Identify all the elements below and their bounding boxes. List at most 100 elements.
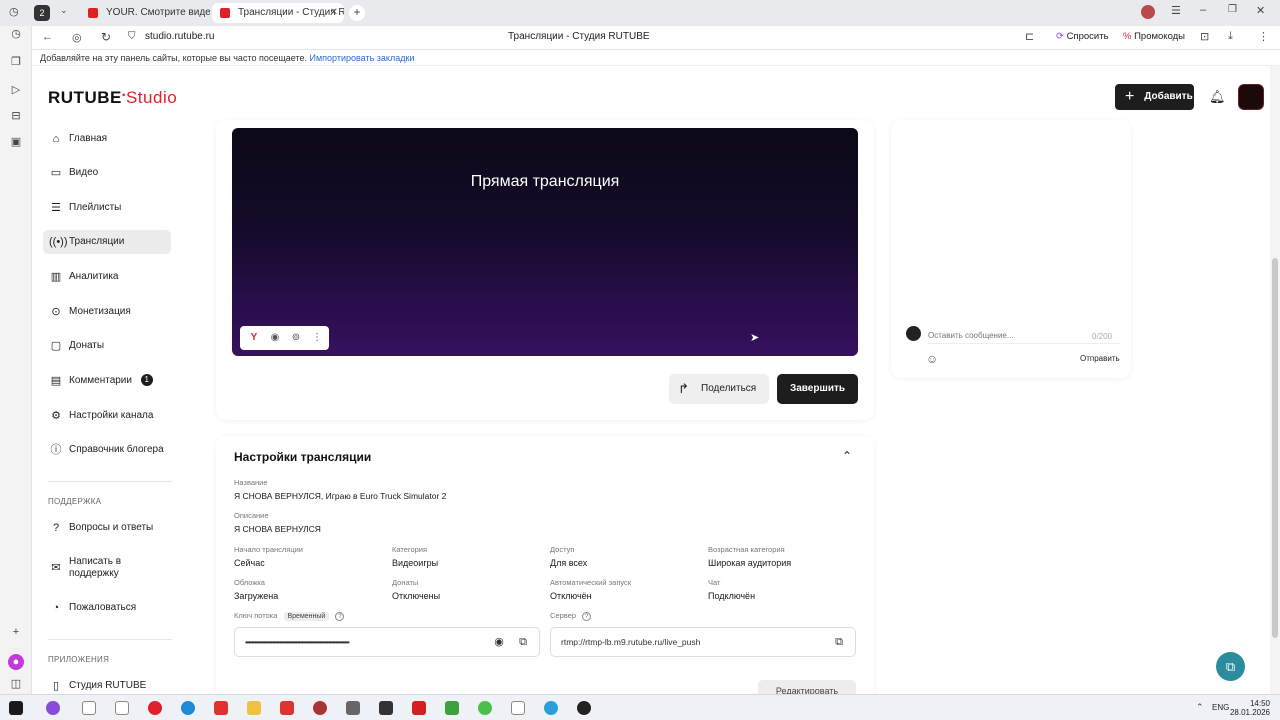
send-button[interactable]: Отправить [1080,354,1120,363]
stream-key-field[interactable]: ••••••••••••••••••••••••••••••••••••••••… [234,627,540,657]
app-icon[interactable] [478,701,492,715]
app-icon[interactable] [445,701,459,715]
windows-start-icon[interactable] [9,701,23,715]
file-icon[interactable] [511,701,525,715]
eye-icon[interactable]: ◉ [269,332,281,344]
tab-rutube-studio[interactable]: Трансляции - Студия R ✕ [212,3,344,23]
app-icon[interactable] [346,701,360,715]
channel-avatar[interactable] [1238,84,1264,110]
add-button[interactable]: + Добавить [1115,84,1194,110]
tray-chevron-icon[interactable]: ⌃ [1196,702,1204,713]
close-icon[interactable]: ✕ [330,3,338,23]
start-label: Начало трансляции [234,545,303,554]
share-icon: ↱ [678,381,689,396]
counter-icon[interactable]: ⊟ [8,108,24,124]
sidebar-item-video[interactable]: ▭ Видео [43,161,171,185]
share-button[interactable]: ↱ Поделиться [669,374,769,404]
history-icon[interactable]: ◷ [9,5,19,18]
app-icon: ▯ [52,680,60,692]
sidebar-item-faq[interactable]: ? Вопросы и ответы [43,516,171,540]
avatar[interactable] [1141,5,1155,19]
back-icon[interactable]: ← [42,31,53,43]
menu-icon[interactable]: ☰ [1171,4,1181,17]
promo-button[interactable]: % Промокоды [1123,31,1185,42]
sidebar-item-home[interactable]: ⌂ Главная [43,127,171,151]
mail-icon: ✉ [51,562,61,574]
alice-icon[interactable]: ● [8,654,24,670]
help-icon[interactable]: ? [335,611,345,621]
eye-icon[interactable]: ◉ [493,636,505,648]
sidebar-item-report[interactable]: ◔ Пожаловаться [43,596,171,620]
forward-icon[interactable]: ◎ [72,31,82,44]
browser-side-panel: ◷ ❐ ▷ ⊟ ▣ + ● ◫ [0,26,32,694]
copy-icon[interactable]: ⧉ [517,636,529,648]
close-window-icon[interactable]: ✕ [1256,4,1265,17]
sidebar-item-blogger-guide[interactable]: ⓘ Справочник блогера [43,438,171,462]
yandex-icon[interactable] [214,701,228,715]
clock-icon[interactable]: ◷ [8,26,24,42]
more-icon[interactable]: ⋮ [1258,30,1269,43]
edge-icon[interactable] [181,701,195,715]
extensions-icon[interactable]: ⊡ [1200,30,1209,43]
new-tab-icon[interactable]: + [349,5,365,21]
minimize-icon[interactable]: – [1200,4,1206,16]
obs-icon[interactable] [577,701,591,715]
app-icon[interactable] [412,701,426,715]
scrollbar-thumb[interactable] [1272,258,1278,638]
rutube-icon [220,8,230,18]
rutube-studio-logo[interactable]: RUTUBE●Studio [48,88,177,108]
live-player[interactable]: Прямая трансляция Y ◉ ⊚ ⋮ ➤ [232,128,858,356]
help-chat-icon[interactable]: ⧉ [1216,652,1245,681]
add-panel-icon[interactable]: + [8,624,24,640]
reload-icon[interactable]: ↻ [101,30,111,44]
chevron-down-icon[interactable]: ⌄ [60,5,68,16]
server-field[interactable]: rtmp://rtmp-lb.m9.rutube.ru/live_push ⧉ [550,627,856,657]
clock[interactable]: 14:50 28.01.2026 [1230,699,1270,717]
telegram-icon[interactable] [544,701,558,715]
file-icon[interactable] [82,701,96,715]
file-icon[interactable] [115,701,129,715]
yandex-browser-icon[interactable] [148,701,162,715]
folder-icon[interactable] [247,701,261,715]
description-value: Я СНОВА ВЕРНУЛСЯ [234,524,321,534]
ask-button[interactable]: ⟳ Спросить [1056,31,1109,42]
sidebar-item-donations[interactable]: ▢ Донаты [43,334,171,358]
app-icon[interactable] [46,701,60,715]
chevron-up-icon[interactable]: ⌃ [842,449,852,463]
category-label: Категория [392,545,428,554]
download-icon[interactable]: ⤓ [1228,30,1233,43]
sidebar-item-broadcasts[interactable]: ((•)) Трансляции [43,230,171,254]
language-indicator[interactable]: ENG [1212,703,1229,712]
window-icon[interactable]: ❐ [8,54,24,70]
bookmark-icon[interactable]: ⊏ [1025,30,1034,43]
tab-youtube[interactable]: YOUR. Смотрите видео о [80,3,210,23]
panel-toggle-icon[interactable]: ◫ [8,676,24,692]
sidebar-item-channel-settings[interactable]: ⚙ Настройки канала [43,404,171,428]
camera-icon[interactable]: ▣ [8,134,24,150]
copy-icon[interactable]: ⧉ [833,636,845,648]
shield-icon[interactable]: ⛉ [128,31,136,42]
autostart-label: Автоматический запуск [550,578,632,587]
sidebar-item-monetization[interactable]: ⊙ Монетизация [43,300,171,324]
name-label: Название [234,478,268,487]
finish-button[interactable]: Завершить [777,374,858,404]
screenshot-icon[interactable]: ⊚ [290,332,302,344]
emoji-icon[interactable]: ☺ [926,352,938,366]
sidebar-item-contact-support[interactable]: ✉ Написать в поддержку [43,553,171,583]
date: 28.01.2026 [1229,708,1270,717]
app-icon[interactable] [379,701,393,715]
more-icon[interactable]: ⋮ [311,332,323,344]
import-bookmarks-link[interactable]: Импортировать закладки [310,53,415,63]
yandex-icon[interactable]: Y [248,332,260,344]
help-icon[interactable]: ? [582,611,592,621]
sidebar-item-comments[interactable]: ▤ Комментарии 1 [43,369,171,393]
bell-icon[interactable]: 🔔︎ [1209,89,1226,105]
app-icon[interactable] [313,701,327,715]
sidebar-item-playlists[interactable]: ☰ Плейлисты [43,196,171,220]
play-icon[interactable]: ▷ [8,82,24,98]
app-icon[interactable] [280,701,294,715]
sidebar-item-analytics[interactable]: ▥ Аналитика [43,265,171,289]
maximize-icon[interactable]: ❐ [1228,4,1237,15]
tab-count-badge[interactable]: 2 [34,5,50,21]
url-field[interactable]: studio.rutube.ru [145,31,215,42]
